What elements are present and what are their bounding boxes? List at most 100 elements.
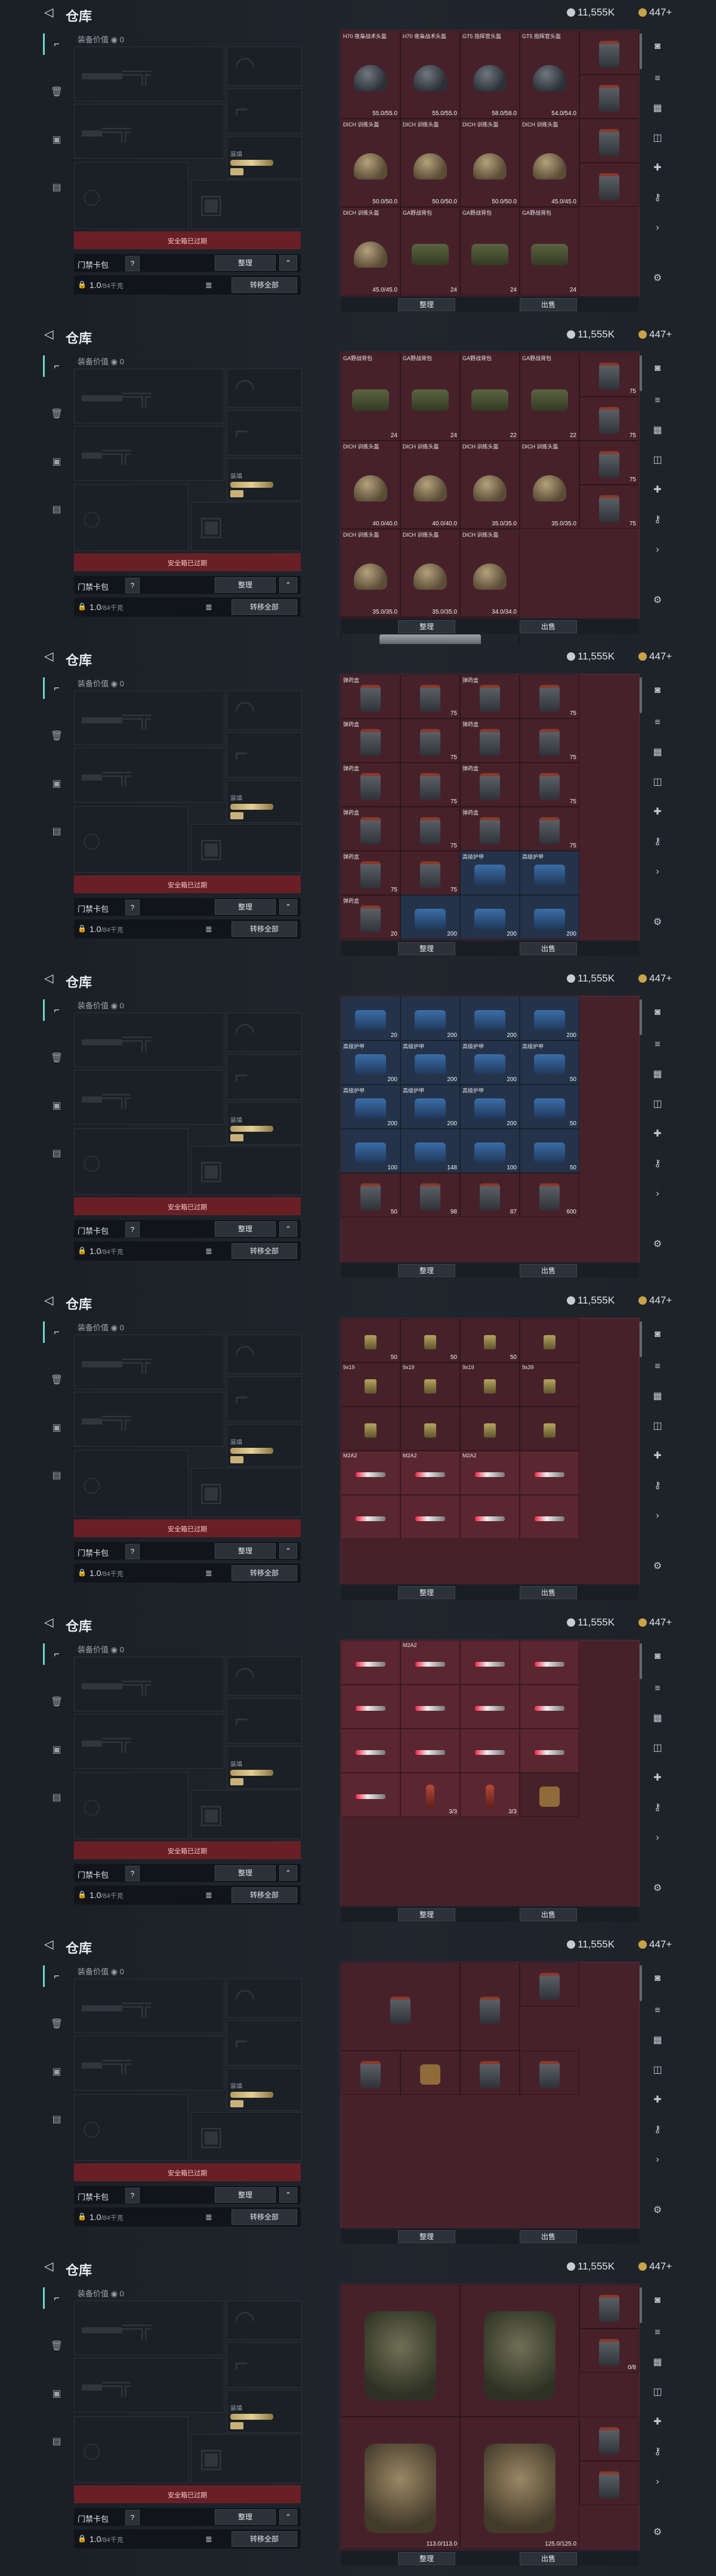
expand-icon[interactable]: ⌃ bbox=[279, 577, 297, 593]
ammo-filter-icon[interactable]: ◫ bbox=[650, 131, 665, 145]
keycard-info-icon[interactable]: ? bbox=[125, 1544, 140, 1559]
medical-filter-icon[interactable]: ✚ bbox=[650, 483, 665, 497]
chest-rig-slot[interactable]: ◌ bbox=[74, 2094, 189, 2161]
expand-icon[interactable]: ⌃ bbox=[279, 1543, 297, 1559]
helmet-slot[interactable]: ◠ bbox=[227, 691, 302, 730]
currency-gold[interactable]: 447+ bbox=[638, 1617, 672, 1628]
helmet-slot[interactable]: ◠ bbox=[227, 47, 302, 86]
pistol-icon[interactable]: ⌐ bbox=[50, 1004, 63, 1017]
chest-rig-slot[interactable]: ◌ bbox=[74, 484, 189, 551]
organize-button[interactable]: 整理 bbox=[215, 2509, 276, 2525]
stash-item[interactable]: 75 bbox=[579, 397, 639, 441]
ammo-filter-icon[interactable]: ◫ bbox=[650, 1419, 665, 1433]
back-icon[interactable]: ◁ bbox=[44, 972, 55, 985]
medical-filter-icon[interactable]: ✚ bbox=[650, 1449, 665, 1463]
filter-icon[interactable]: ▦ bbox=[650, 2355, 665, 2370]
stash-item[interactable]: M2A2 bbox=[400, 1640, 460, 1685]
list-view-icon[interactable]: ≣ bbox=[205, 924, 212, 934]
stash-item[interactable]: 弹药盒 bbox=[341, 807, 400, 851]
helmet-slot[interactable]: ◠ bbox=[227, 369, 302, 408]
briefcase-icon[interactable]: ▤ bbox=[50, 181, 63, 194]
currency-gold[interactable]: 447+ bbox=[638, 1295, 672, 1306]
stash-organize-button[interactable]: 整理 bbox=[398, 1264, 455, 1277]
key-filter-icon[interactable]: ⚷ bbox=[650, 2445, 665, 2459]
stash-item[interactable] bbox=[341, 1685, 400, 1729]
stash-item[interactable]: 87 bbox=[460, 1173, 520, 1217]
currency-gold[interactable]: 447+ bbox=[638, 651, 672, 662]
organize-button[interactable]: 整理 bbox=[215, 1543, 276, 1559]
stash-item[interactable]: GA野战背包 24 bbox=[460, 207, 520, 295]
stash-item[interactable] bbox=[460, 1640, 520, 1685]
pistol-slot[interactable]: ⌐ bbox=[227, 2342, 302, 2388]
stash-item[interactable] bbox=[341, 1640, 400, 1685]
stash-item[interactable] bbox=[579, 2284, 639, 2329]
more-icon[interactable]: › bbox=[650, 1187, 665, 1201]
stash-sell-button[interactable]: 出售 bbox=[520, 1586, 577, 1599]
pistol-icon[interactable]: ⌐ bbox=[50, 360, 63, 373]
stash-item[interactable]: DICH 训练头盔 40.0/40.0 bbox=[400, 441, 460, 529]
key-filter-icon[interactable]: ⚷ bbox=[650, 835, 665, 849]
stash-item[interactable] bbox=[460, 1685, 520, 1729]
stash-item[interactable]: 75 bbox=[520, 674, 579, 719]
transfer-all-button[interactable]: 转移全部 bbox=[232, 1887, 297, 1903]
stash-item[interactable]: 50 bbox=[341, 1173, 400, 1217]
safe-box-banner[interactable]: 安全箱已过期 bbox=[74, 553, 301, 571]
stash-item[interactable]: GT5 指挥官头盔 58.0/58.0 bbox=[460, 30, 520, 119]
backpack-icon[interactable]: ▣ bbox=[50, 1744, 63, 1757]
pistol-slot[interactable]: ⌐ bbox=[227, 410, 302, 456]
stash-item[interactable] bbox=[579, 30, 639, 75]
stash-item[interactable] bbox=[341, 1495, 400, 1539]
helmet-filter-icon[interactable]: ◙ bbox=[650, 683, 665, 698]
expand-icon[interactable]: ⌃ bbox=[279, 899, 297, 915]
stash-item[interactable]: 9x39 bbox=[520, 1363, 579, 1407]
briefcase-icon[interactable]: ▤ bbox=[50, 1147, 63, 1160]
stash-organize-button[interactable]: 整理 bbox=[398, 942, 455, 955]
stash-item[interactable]: 9x19 bbox=[400, 1363, 460, 1407]
stash-item[interactable]: DICH 训练头盔 35.0/35.0 bbox=[460, 441, 520, 529]
stash-sell-button[interactable]: 出售 bbox=[520, 620, 577, 633]
armor-slot[interactable]: ▣ bbox=[191, 180, 302, 229]
expand-icon[interactable]: ⌃ bbox=[279, 1221, 297, 1237]
backpack-icon[interactable]: ▣ bbox=[50, 2388, 63, 2401]
stash-item[interactable]: GA野战背包 22 bbox=[520, 352, 579, 441]
expand-icon[interactable]: ⌃ bbox=[279, 2509, 297, 2525]
helmet-slot[interactable]: ◠ bbox=[227, 2301, 302, 2340]
armor-slot[interactable]: ▣ bbox=[191, 502, 302, 551]
stash-item[interactable]: 高级护甲 bbox=[520, 851, 579, 895]
ammo-filter-icon[interactable]: ◫ bbox=[650, 2063, 665, 2077]
stash-item[interactable]: DICH 训练头盔 40.0/40.0 bbox=[341, 441, 400, 529]
more-icon[interactable]: › bbox=[650, 221, 665, 235]
currency-silver[interactable]: 11,555K bbox=[567, 1295, 615, 1306]
helmet-filter-icon[interactable]: ◙ bbox=[650, 2293, 665, 2308]
keycard-info-icon[interactable]: ? bbox=[125, 900, 140, 915]
currency-silver[interactable]: 11,555K bbox=[567, 2261, 615, 2272]
trash-icon[interactable]: 🗑 bbox=[50, 730, 63, 743]
list-view-icon[interactable]: ≣ bbox=[205, 1568, 212, 1578]
stash-item[interactable]: 弹药盒 bbox=[341, 763, 400, 807]
sort-icon[interactable]: ≡ bbox=[650, 2004, 665, 2018]
safe-box-banner[interactable]: 安全箱已过期 bbox=[74, 875, 301, 893]
secondary-weapon-slot[interactable]: ▬═╦ bbox=[74, 2358, 224, 2413]
more-icon[interactable]: › bbox=[650, 865, 665, 879]
stash-item[interactable]: 9x19 bbox=[341, 1363, 400, 1407]
safe-box-banner[interactable]: 安全箱已过期 bbox=[74, 1841, 301, 1859]
ammo-filter-icon[interactable]: ◫ bbox=[650, 1741, 665, 1755]
stash-item[interactable]: 75 bbox=[400, 807, 460, 851]
keycard-info-icon[interactable]: ? bbox=[125, 1866, 140, 1881]
secondary-weapon-slot[interactable]: ▬═╦ bbox=[74, 104, 224, 159]
list-view-icon[interactable]: ≣ bbox=[205, 2534, 212, 2544]
helmet-slot[interactable]: ◠ bbox=[227, 1335, 302, 1374]
stash-item[interactable] bbox=[460, 1729, 520, 1773]
stash-item[interactable]: GA野战背包 24 bbox=[520, 207, 579, 295]
briefcase-icon[interactable]: ▤ bbox=[50, 503, 63, 516]
currency-silver[interactable]: 11,555K bbox=[567, 1617, 615, 1628]
stash-item[interactable] bbox=[579, 163, 639, 207]
stash-item[interactable]: 200 bbox=[460, 895, 520, 939]
secondary-weapon-slot[interactable]: ▬═╦ bbox=[74, 748, 224, 803]
stash-item[interactable] bbox=[520, 1407, 579, 1451]
stash-item[interactable] bbox=[460, 1962, 520, 2051]
stash-sell-button[interactable]: 出售 bbox=[520, 2552, 577, 2565]
safe-box-banner[interactable]: 安全箱已过期 bbox=[74, 2485, 301, 2503]
pistol-slot[interactable]: ⌐ bbox=[227, 2020, 302, 2066]
stash-item[interactable] bbox=[341, 2284, 460, 2417]
